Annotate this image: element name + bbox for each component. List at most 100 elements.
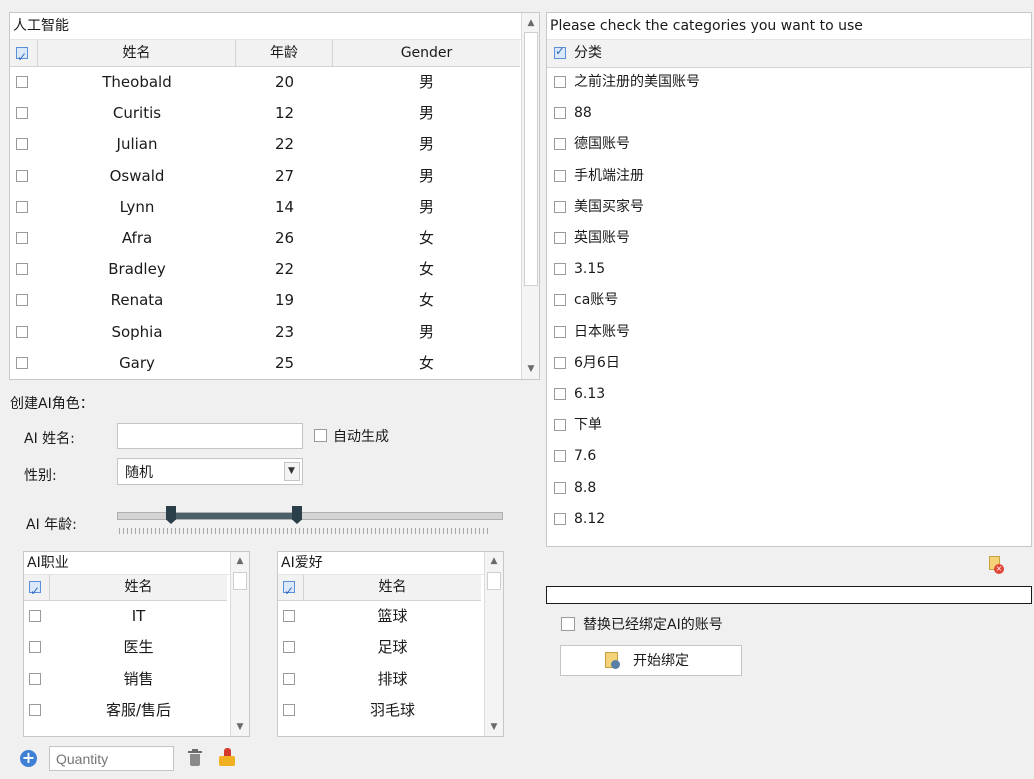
scroll-thumb[interactable] <box>487 572 501 590</box>
category-item[interactable]: 7.6 <box>547 441 1031 472</box>
add-circle-icon[interactable]: + <box>20 750 37 767</box>
dropdown-button[interactable]: ▼ <box>284 462 300 481</box>
table-row[interactable]: 排球 <box>278 664 481 695</box>
replace-bound-checkbox[interactable] <box>561 617 575 631</box>
age-range-slider[interactable] <box>117 506 504 536</box>
category-checkbox[interactable] <box>554 107 566 120</box>
hobby-select-all[interactable] <box>278 575 304 604</box>
row-checkbox[interactable] <box>16 169 28 182</box>
row-checkbox[interactable] <box>16 263 28 276</box>
category-item[interactable]: 下单 <box>547 410 1031 441</box>
category-checkbox[interactable] <box>554 200 566 213</box>
categories-select-all[interactable] <box>554 44 566 59</box>
scroll-down-arrow[interactable]: ▼ <box>231 719 249 735</box>
category-item[interactable]: 日本账号 <box>547 317 1031 348</box>
category-checkbox[interactable] <box>554 263 566 276</box>
grid-scrollbar[interactable]: ▲ ▼ <box>521 13 539 379</box>
table-row[interactable]: 篮球 <box>278 601 481 632</box>
row-checkbox[interactable] <box>16 325 28 338</box>
category-checkbox[interactable] <box>554 450 566 463</box>
slider-max-thumb[interactable] <box>292 506 302 524</box>
table-row[interactable]: Bradley 22 女 <box>10 254 520 285</box>
header-select-all[interactable] <box>10 40 38 70</box>
table-row[interactable]: Julian 22 男 <box>10 129 520 160</box>
start-binding-button[interactable]: 开始绑定 <box>560 645 742 676</box>
category-checkbox[interactable] <box>554 232 566 244</box>
clear-icon[interactable]: × <box>988 556 1004 574</box>
scroll-thumb[interactable] <box>524 32 538 286</box>
category-item[interactable]: 8.12 <box>547 504 1031 535</box>
slider-min-thumb[interactable] <box>166 506 176 524</box>
auto-generate-checkbox[interactable] <box>314 429 327 442</box>
row-checkbox[interactable] <box>29 703 41 716</box>
category-checkbox[interactable] <box>554 419 566 432</box>
job-select-all[interactable] <box>24 575 50 604</box>
category-item[interactable]: 8.8 <box>547 473 1031 504</box>
hobby-grid-scrollbar[interactable]: ▲ ▼ <box>484 552 503 736</box>
category-item[interactable]: 6月6日 <box>547 348 1031 379</box>
column-header-age[interactable]: 年龄 <box>236 40 333 66</box>
broom-icon[interactable] <box>218 748 236 768</box>
row-checkbox[interactable] <box>16 232 28 244</box>
table-row[interactable]: 羽毛球 <box>278 695 481 726</box>
category-checkbox[interactable] <box>554 138 566 151</box>
table-row[interactable]: Sophia 23 男 <box>10 317 520 348</box>
table-row[interactable]: Afra 26 女 <box>10 223 520 254</box>
table-row[interactable]: Theobald 20 男 <box>10 67 520 98</box>
row-checkbox[interactable] <box>283 672 295 685</box>
scroll-up-arrow[interactable]: ▲ <box>485 553 503 569</box>
row-checkbox[interactable] <box>16 200 28 213</box>
category-item[interactable]: 手机端注册 <box>547 161 1031 192</box>
row-checkbox[interactable] <box>283 641 295 654</box>
category-item[interactable]: 英国账号 <box>547 223 1031 254</box>
category-item[interactable]: 3.15 <box>547 254 1031 285</box>
row-checkbox[interactable] <box>29 672 41 685</box>
row-checkbox[interactable] <box>29 610 41 622</box>
row-checkbox[interactable] <box>29 641 41 654</box>
row-checkbox[interactable] <box>283 610 295 622</box>
gender-select[interactable]: 随机 ▼ <box>117 458 303 485</box>
table-row[interactable]: 客服/售后 <box>24 695 227 726</box>
ai-name-input[interactable] <box>117 423 303 449</box>
trash-icon[interactable] <box>188 749 202 767</box>
category-checkbox[interactable] <box>554 356 566 369</box>
table-row[interactable]: Lynn 14 男 <box>10 192 520 223</box>
table-row[interactable]: Gary 25 女 <box>10 348 520 379</box>
job-grid-scrollbar[interactable]: ▲ ▼ <box>230 552 249 736</box>
row-checkbox[interactable] <box>16 138 28 151</box>
category-checkbox[interactable] <box>554 169 566 182</box>
quantity-input[interactable] <box>49 746 174 771</box>
table-row[interactable]: Oswald 27 男 <box>10 161 520 192</box>
table-row[interactable]: 足球 <box>278 632 481 663</box>
column-header-gender[interactable]: Gender <box>333 40 520 66</box>
category-checkbox[interactable] <box>554 325 566 338</box>
category-checkbox[interactable] <box>554 512 566 525</box>
category-checkbox[interactable] <box>554 388 566 400</box>
column-header-name[interactable]: 姓名 <box>38 40 236 66</box>
row-checkbox[interactable] <box>283 703 295 716</box>
scroll-down-arrow[interactable]: ▼ <box>522 361 539 377</box>
category-checkbox[interactable] <box>554 76 566 88</box>
category-item[interactable]: ca账号 <box>547 285 1031 316</box>
row-checkbox[interactable] <box>16 294 28 307</box>
category-checkbox[interactable] <box>554 294 566 307</box>
row-checkbox[interactable] <box>16 76 28 88</box>
scroll-down-arrow[interactable]: ▼ <box>485 719 503 735</box>
row-checkbox[interactable] <box>16 356 28 369</box>
categories-header[interactable]: 分类 <box>547 40 1031 68</box>
category-item[interactable]: 美国买家号 <box>547 192 1031 223</box>
category-checkbox[interactable] <box>554 481 566 494</box>
row-checkbox[interactable] <box>16 107 28 120</box>
scroll-thumb[interactable] <box>233 572 247 590</box>
hobby-column-header-name[interactable]: 姓名 <box>304 575 481 600</box>
job-column-header-name[interactable]: 姓名 <box>50 575 227 600</box>
table-row[interactable]: 医生 <box>24 632 227 663</box>
table-row[interactable]: Renata 19 女 <box>10 285 520 316</box>
table-row[interactable]: 销售 <box>24 664 227 695</box>
table-row[interactable]: Curitis 12 男 <box>10 98 520 129</box>
table-row[interactable]: IT <box>24 601 227 632</box>
scroll-up-arrow[interactable]: ▲ <box>522 15 539 31</box>
category-item[interactable]: 之前注册的美国账号 <box>547 67 1031 98</box>
category-item[interactable]: 88 <box>547 98 1031 129</box>
category-item[interactable]: 德国账号 <box>547 129 1031 160</box>
